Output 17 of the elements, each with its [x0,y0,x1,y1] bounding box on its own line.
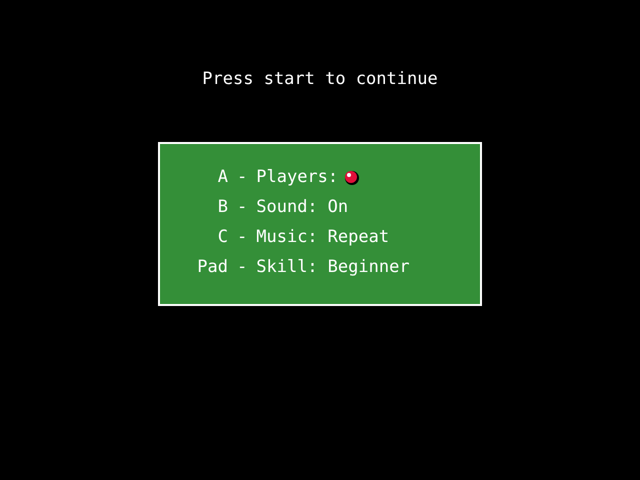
button-key: B [190,195,228,221]
separator: - [237,256,248,280]
option-value: Beginner [328,256,410,280]
button-key: A [190,165,228,191]
separator: - [237,166,248,190]
option-label: Sound: [256,196,318,220]
button-key: C [190,225,228,251]
option-label: Players: [256,166,338,190]
button-key: Pad [190,255,228,281]
separator: - [237,226,248,250]
separator: - [237,196,248,220]
option-value: On [328,196,348,220]
option-label: Music: [256,226,318,250]
prompt-text: Press start to continue [202,68,438,91]
ball-icon [344,170,360,186]
option-value: Repeat [328,226,390,250]
option-label: Skill: [256,256,318,280]
